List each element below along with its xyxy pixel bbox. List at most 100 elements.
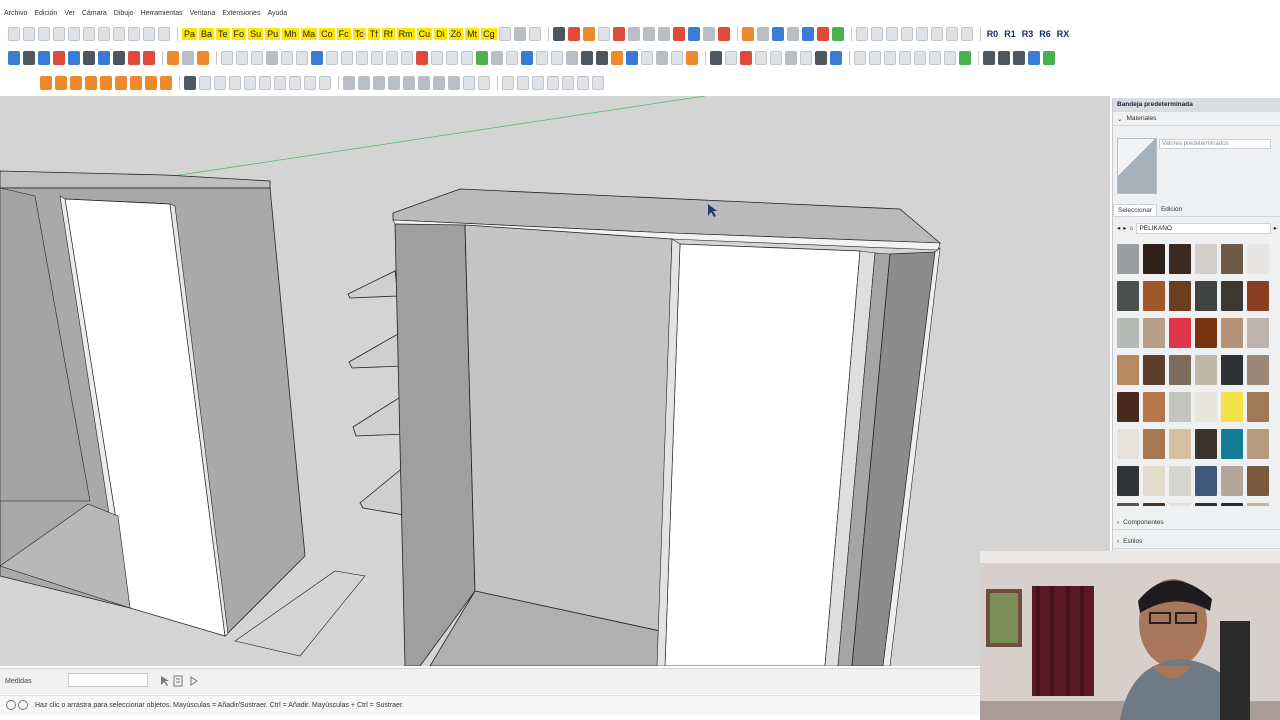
- close-frame-icon[interactable]: [960, 27, 973, 41]
- window-icon[interactable]: [801, 27, 814, 41]
- play-icon[interactable]: [189, 674, 199, 686]
- material-swatch[interactable]: [1169, 503, 1191, 506]
- menu-herramientas[interactable]: Herramientas: [141, 10, 183, 17]
- material-swatch[interactable]: [1221, 503, 1243, 506]
- board-icon[interactable]: [461, 51, 473, 65]
- material-swatch[interactable]: [1247, 503, 1269, 506]
- board-icon[interactable]: [854, 51, 866, 65]
- section-icon[interactable]: [502, 76, 514, 90]
- view-icon[interactable]: [244, 76, 256, 90]
- material-swatch[interactable]: [1221, 318, 1243, 348]
- frame-icon[interactable]: [855, 27, 868, 41]
- material-swatch[interactable]: [1195, 466, 1217, 496]
- measurements-input[interactable]: [68, 673, 148, 687]
- material-swatch[interactable]: [1247, 244, 1269, 274]
- board-icon[interactable]: [326, 51, 338, 65]
- details-arrow-icon[interactable]: ▸: [1274, 224, 1277, 232]
- material-swatch[interactable]: [1221, 466, 1243, 496]
- list-icon[interactable]: [1013, 51, 1025, 65]
- plugin-button-tc[interactable]: Tc: [352, 28, 366, 40]
- material-swatch[interactable]: [1143, 429, 1165, 459]
- eraser-icon[interactable]: [528, 27, 541, 41]
- door-icon[interactable]: [815, 51, 827, 65]
- library-select[interactable]: PELIKANO: [1136, 222, 1271, 234]
- menu-extensiones[interactable]: Extensiones: [222, 10, 260, 17]
- new-file-icon[interactable]: [8, 27, 20, 41]
- view-icon[interactable]: [319, 76, 331, 90]
- board-icon[interactable]: [371, 51, 383, 65]
- material-swatch[interactable]: [1169, 355, 1191, 385]
- material-swatch[interactable]: [1195, 318, 1217, 348]
- board-icon[interactable]: [311, 51, 323, 65]
- rotate-r1-button[interactable]: R1: [1002, 28, 1018, 40]
- material-swatch[interactable]: [1247, 281, 1269, 311]
- orbit-icon[interactable]: [358, 76, 370, 90]
- scale-icon[interactable]: [83, 51, 95, 65]
- rotate-rx-button[interactable]: RX: [1055, 28, 1072, 40]
- orbit-icon[interactable]: [343, 76, 355, 90]
- frame-icon[interactable]: [900, 27, 913, 41]
- menu-camara[interactable]: Cámara: [82, 10, 107, 17]
- left-cabinet[interactable]: [0, 170, 366, 657]
- paint-icon[interactable]: [115, 76, 127, 90]
- box-blue-icon[interactable]: [626, 51, 638, 65]
- panel-edge-icon[interactable]: [251, 51, 263, 65]
- paint-icon[interactable]: [160, 76, 172, 90]
- model-info-icon[interactable]: [158, 27, 170, 41]
- board-icon[interactable]: [536, 51, 548, 65]
- rotate-r3-button[interactable]: R3: [1020, 28, 1036, 40]
- settings-icon[interactable]: [566, 51, 578, 65]
- view-icon[interactable]: [274, 76, 286, 90]
- view-icon[interactable]: [304, 76, 316, 90]
- material-swatch[interactable]: [1221, 355, 1243, 385]
- flip-icon[interactable]: [128, 51, 140, 65]
- tag-icon[interactable]: [513, 27, 526, 41]
- material-swatch[interactable]: [1143, 503, 1165, 506]
- paint-icon[interactable]: [40, 76, 52, 90]
- board-icon[interactable]: [725, 51, 737, 65]
- board-icon[interactable]: [869, 51, 881, 65]
- ruby-icon[interactable]: [771, 27, 784, 41]
- panel-edge-icon[interactable]: [221, 51, 233, 65]
- plugin-button-tf[interactable]: Tf: [367, 28, 380, 40]
- board-icon[interactable]: [356, 51, 368, 65]
- rotate-r0-button[interactable]: R0: [985, 28, 1001, 40]
- plugin-button-cg[interactable]: Cg: [481, 28, 497, 40]
- save-icon[interactable]: [38, 27, 50, 41]
- move-icon[interactable]: [38, 51, 50, 65]
- view-icon[interactable]: [259, 76, 271, 90]
- paint-icon[interactable]: [85, 76, 97, 90]
- paint-icon[interactable]: [70, 76, 82, 90]
- plugin-button-mh[interactable]: Mh: [282, 28, 299, 40]
- materials-section-header[interactable]: ⌄ Materiales: [1113, 112, 1280, 126]
- forward-arrow-icon[interactable]: ▸: [1123, 224, 1126, 232]
- plugin-button-rm[interactable]: Rm: [396, 28, 415, 40]
- view-icon[interactable]: [463, 76, 475, 90]
- export-icon[interactable]: [1043, 51, 1055, 65]
- camera-icon[interactable]: [184, 76, 196, 90]
- panel-edge-icon[interactable]: [266, 51, 278, 65]
- orbit-icon[interactable]: [433, 76, 445, 90]
- view-icon[interactable]: [478, 76, 490, 90]
- paste-icon[interactable]: [83, 27, 95, 41]
- plugin-button-ma[interactable]: Ma: [300, 28, 318, 40]
- material-swatch[interactable]: [1169, 429, 1191, 459]
- table-icon[interactable]: [642, 27, 655, 41]
- tab-select[interactable]: Seleccionar: [1113, 203, 1157, 216]
- board-icon[interactable]: [341, 51, 353, 65]
- cabinet-icon[interactable]: [741, 27, 754, 41]
- right-cabinet[interactable]: [392, 188, 942, 666]
- orbit-icon[interactable]: [418, 76, 430, 90]
- open-file-icon[interactable]: [23, 27, 35, 41]
- components-section-header[interactable]: › Componentes: [1113, 516, 1280, 530]
- offset-icon[interactable]: [98, 51, 110, 65]
- edge-band-icon[interactable]: [416, 51, 428, 65]
- material-swatch[interactable]: [1195, 281, 1217, 311]
- grid-icon[interactable]: [656, 51, 668, 65]
- material-swatch[interactable]: [1117, 318, 1139, 348]
- orbit-icon[interactable]: [388, 76, 400, 90]
- info-icon[interactable]: [18, 700, 28, 710]
- paint-icon[interactable]: [100, 76, 112, 90]
- view-icon[interactable]: [214, 76, 226, 90]
- panel-edge-icon[interactable]: [236, 51, 248, 65]
